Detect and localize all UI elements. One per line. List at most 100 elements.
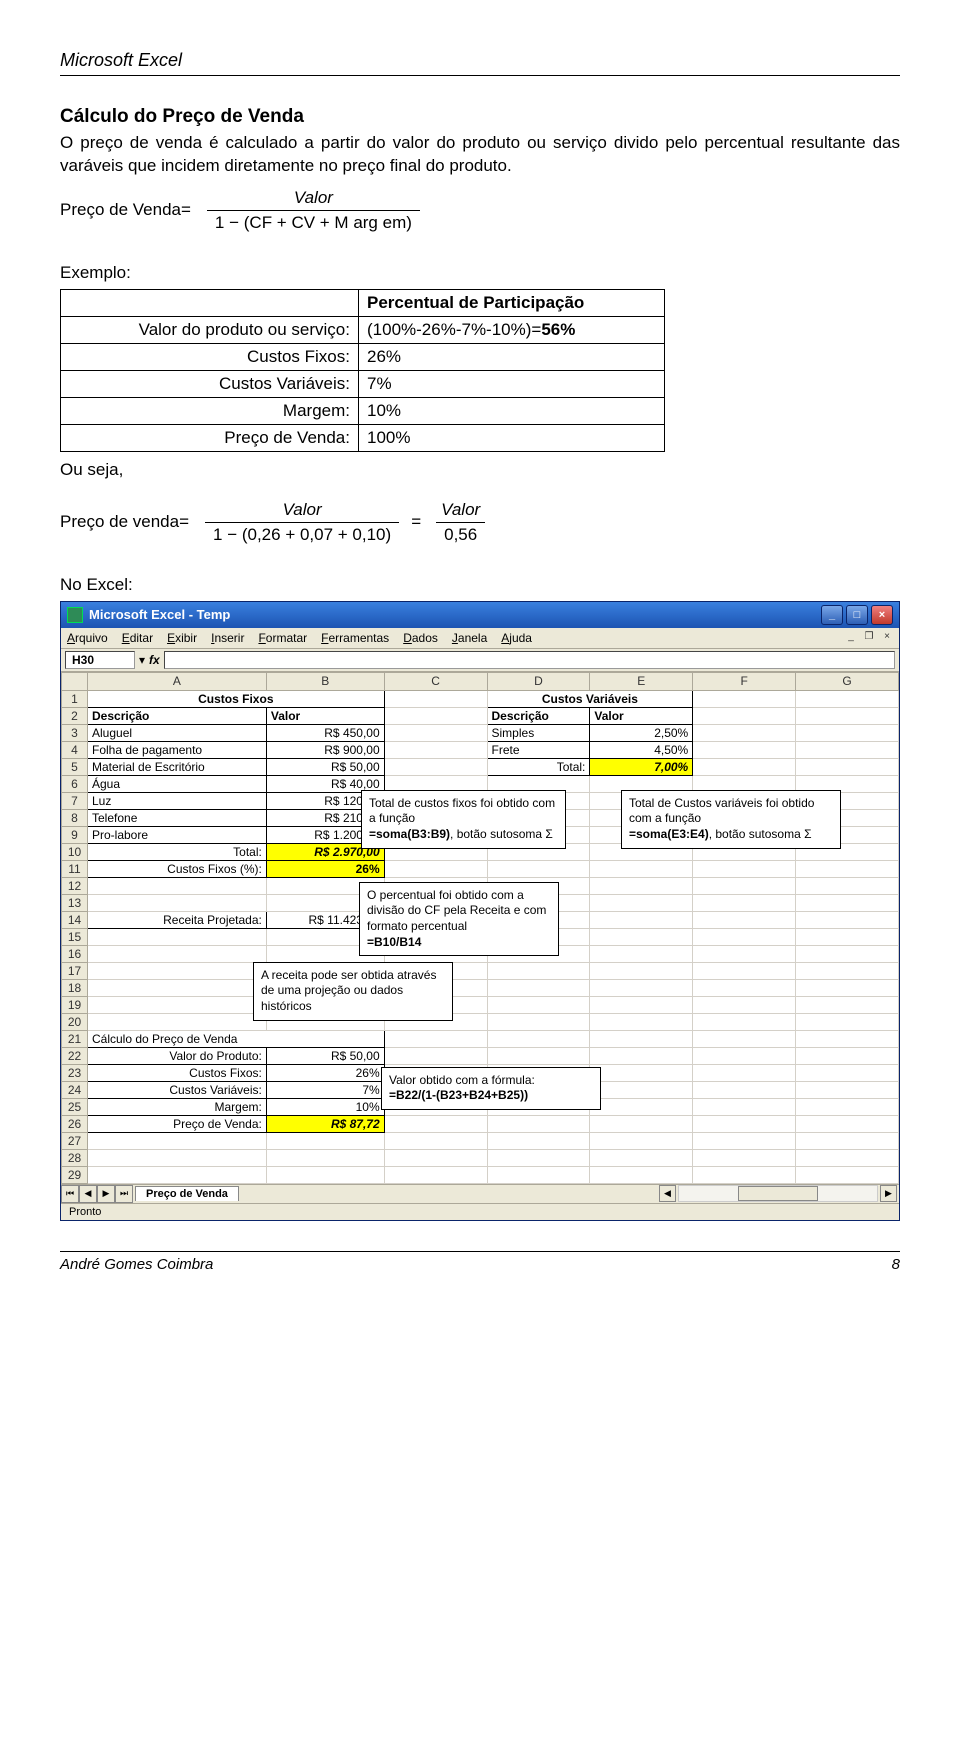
row-header-4[interactable]: 4	[62, 741, 88, 758]
cell-A3[interactable]: Aluguel	[88, 724, 267, 741]
cell-F23[interactable]	[693, 1064, 796, 1081]
fx-icon[interactable]: fx	[149, 653, 160, 667]
doc-restore[interactable]: ❐	[861, 630, 877, 644]
cell-E17[interactable]	[590, 962, 693, 979]
cell-G21[interactable]	[796, 1030, 899, 1047]
row-header-29[interactable]: 29	[62, 1166, 88, 1183]
cell-F28[interactable]	[693, 1149, 796, 1166]
cell-E24[interactable]	[590, 1081, 693, 1098]
doc-close[interactable]: ×	[879, 630, 895, 644]
cell-A9[interactable]: Pro-labore	[88, 826, 267, 843]
cell-D26[interactable]	[487, 1115, 590, 1132]
cell-F15[interactable]	[693, 928, 796, 945]
cell-D28[interactable]	[487, 1149, 590, 1166]
cell-G24[interactable]	[796, 1081, 899, 1098]
cell-B2[interactable]: Valor	[266, 707, 384, 724]
cell-B23[interactable]: 26%	[266, 1064, 384, 1081]
cell-E25[interactable]	[590, 1098, 693, 1115]
cell-D22[interactable]	[487, 1047, 590, 1064]
cell-E11[interactable]	[590, 860, 693, 877]
cell-F1[interactable]	[693, 690, 796, 707]
cell-F19[interactable]	[693, 996, 796, 1013]
row-header-6[interactable]: 6	[62, 775, 88, 792]
cell-F4[interactable]	[693, 741, 796, 758]
cell-C29[interactable]	[384, 1166, 487, 1183]
cell-B11[interactable]: 26%	[266, 860, 384, 877]
row-header-7[interactable]: 7	[62, 792, 88, 809]
cell-B25[interactable]: 10%	[266, 1098, 384, 1115]
cell-F16[interactable]	[693, 945, 796, 962]
cell-A7[interactable]: Luz	[88, 792, 267, 809]
cell-D29[interactable]	[487, 1166, 590, 1183]
cell-E26[interactable]	[590, 1115, 693, 1132]
cell-E12[interactable]	[590, 877, 693, 894]
cell-C11[interactable]	[384, 860, 487, 877]
cell-E5[interactable]: 7,00%	[590, 758, 693, 775]
doc-minimize[interactable]: _	[843, 630, 859, 644]
col-header-B[interactable]: B	[266, 672, 384, 690]
cell-G3[interactable]	[796, 724, 899, 741]
cell-G14[interactable]	[796, 911, 899, 928]
sheet-tab[interactable]: Preço de Venda	[135, 1186, 239, 1201]
row-header-19[interactable]: 19	[62, 996, 88, 1013]
cell-A24[interactable]: Custos Variáveis:	[88, 1081, 267, 1098]
cell-C5[interactable]	[384, 758, 487, 775]
cell-D1[interactable]: Custos Variáveis	[487, 690, 693, 707]
cell-D2[interactable]: Descrição	[487, 707, 590, 724]
col-header-F[interactable]: F	[693, 672, 796, 690]
row-header-27[interactable]: 27	[62, 1132, 88, 1149]
menu-dados[interactable]: Dados	[403, 631, 438, 645]
row-header-28[interactable]: 28	[62, 1149, 88, 1166]
col-header-D[interactable]: D	[487, 672, 590, 690]
cell-G26[interactable]	[796, 1115, 899, 1132]
cell-G29[interactable]	[796, 1166, 899, 1183]
tab-next-icon[interactable]: ▶	[97, 1185, 115, 1203]
cell-F27[interactable]	[693, 1132, 796, 1149]
cell-D17[interactable]	[487, 962, 590, 979]
cell-A1[interactable]: Custos Fixos	[88, 690, 385, 707]
row-header-16[interactable]: 16	[62, 945, 88, 962]
hscroll-thumb[interactable]	[738, 1186, 817, 1201]
cell-C3[interactable]	[384, 724, 487, 741]
cell-G13[interactable]	[796, 894, 899, 911]
minimize-button[interactable]: _	[821, 605, 843, 625]
cell-B22[interactable]: R$ 50,00	[266, 1047, 384, 1064]
col-header-C[interactable]: C	[384, 672, 487, 690]
cell-A14[interactable]: Receita Projetada:	[88, 911, 267, 928]
row-header-15[interactable]: 15	[62, 928, 88, 945]
cell-A23[interactable]: Custos Fixos:	[88, 1064, 267, 1081]
row-header-12[interactable]: 12	[62, 877, 88, 894]
cell-G23[interactable]	[796, 1064, 899, 1081]
cell-D4[interactable]: Frete	[487, 741, 590, 758]
cell-A21[interactable]: Cálculo do Preço de Venda	[88, 1030, 385, 1047]
cell-E19[interactable]	[590, 996, 693, 1013]
cell-F13[interactable]	[693, 894, 796, 911]
cell-A28[interactable]	[88, 1149, 267, 1166]
cell-A17[interactable]	[88, 962, 267, 979]
cell-A12[interactable]	[88, 877, 267, 894]
tab-last-icon[interactable]: ⏭	[115, 1185, 133, 1203]
formula-bar[interactable]	[164, 651, 895, 669]
cell-G5[interactable]	[796, 758, 899, 775]
hscroll-track[interactable]	[678, 1185, 878, 1202]
cell-G2[interactable]	[796, 707, 899, 724]
cell-D3[interactable]: Simples	[487, 724, 590, 741]
row-header-10[interactable]: 10	[62, 843, 88, 860]
cell-A29[interactable]	[88, 1166, 267, 1183]
cell-E22[interactable]	[590, 1047, 693, 1064]
cell-F26[interactable]	[693, 1115, 796, 1132]
cell-E23[interactable]	[590, 1064, 693, 1081]
col-header-A[interactable]: A	[88, 672, 267, 690]
cell-F11[interactable]	[693, 860, 796, 877]
scroll-right-icon[interactable]: ▶	[880, 1185, 897, 1202]
cell-A25[interactable]: Margem:	[88, 1098, 267, 1115]
cell-G15[interactable]	[796, 928, 899, 945]
menu-arquivo[interactable]: Arquivo	[67, 631, 108, 645]
cell-E18[interactable]	[590, 979, 693, 996]
row-header-3[interactable]: 3	[62, 724, 88, 741]
cell-E27[interactable]	[590, 1132, 693, 1149]
cell-B4[interactable]: R$ 900,00	[266, 741, 384, 758]
row-header-2[interactable]: 2	[62, 707, 88, 724]
cell-C27[interactable]	[384, 1132, 487, 1149]
cell-G4[interactable]	[796, 741, 899, 758]
